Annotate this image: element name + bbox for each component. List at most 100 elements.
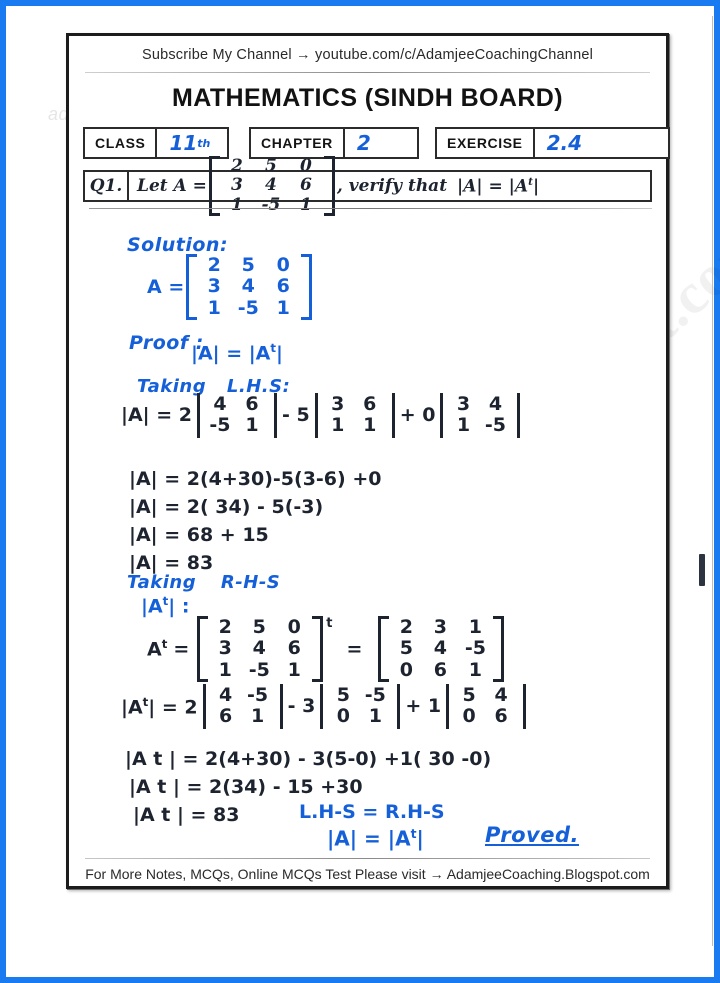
det-bar-left xyxy=(440,393,444,438)
cell: 1 xyxy=(331,414,345,437)
det-bar-left xyxy=(446,684,450,729)
cell: 1 xyxy=(368,705,382,728)
proof-statement-right: | xyxy=(276,342,283,365)
lhs-minor-2: 3 6 1 1 xyxy=(312,393,398,438)
det-bar-right xyxy=(517,393,521,438)
rhs-lead: |At| = 2 xyxy=(121,695,198,718)
det-bar-right xyxy=(391,393,395,438)
det-bar-right xyxy=(523,684,527,729)
det-bar-left xyxy=(202,684,206,729)
rhs-lead-left: |A xyxy=(121,695,143,718)
matrix-a-label: A = xyxy=(147,275,185,298)
cell: 5 xyxy=(336,684,350,706)
bracket-right xyxy=(301,254,313,320)
cell: 0 xyxy=(399,658,414,681)
cell: 6 xyxy=(287,637,301,660)
rhs-op-1: - 3 xyxy=(287,695,316,718)
question-text-before: Let A = xyxy=(137,176,207,196)
lhs-op-1: - 5 xyxy=(281,404,310,427)
rhs-minor-2: 5 -5 0 1 xyxy=(317,684,403,729)
rhs-step-3: |A t | = 83 xyxy=(133,804,240,826)
cell: 2 xyxy=(399,616,414,638)
cell: 4 xyxy=(488,393,503,415)
lhs-minor-2-cells: 3 6 1 1 xyxy=(321,393,389,438)
det-bar-right xyxy=(279,684,283,729)
transpose-exponent: t xyxy=(326,616,333,631)
question-claim-left: |A| = |A xyxy=(457,176,529,197)
rhs-subject-left: |A xyxy=(141,595,163,618)
subscribe-banner: Subscribe My Channel → youtube.com/c/Ada… xyxy=(141,47,594,63)
rhs-subject: |At| : xyxy=(141,594,189,617)
class-box: CLASS 11th xyxy=(83,127,229,159)
exercise-value: 2.4 xyxy=(546,131,583,155)
rhs-minor-2-cells: 5 -5 0 1 xyxy=(326,684,394,729)
det-bar-left xyxy=(320,684,324,729)
rhs-step-2: |A t | = 2(34) - 15 +30 xyxy=(129,776,363,798)
cell: 4 xyxy=(213,393,227,415)
rhs-subject-right: | : xyxy=(168,595,190,618)
question-text-after: , verify that xyxy=(336,176,448,196)
cell: 0 xyxy=(299,156,312,177)
lhs-minor-3: 3 4 1 -5 xyxy=(437,393,523,438)
det-bar-right xyxy=(273,393,277,438)
bracket-left xyxy=(197,616,209,682)
proof-statement-left: |A| = |A xyxy=(191,342,271,365)
cell: 0 xyxy=(276,254,290,276)
question-matrix-cells: 2 5 0 3 4 6 1 -5 1 xyxy=(220,156,324,215)
rhs-minor-3: 5 4 0 6 xyxy=(443,684,529,729)
det-bar-left xyxy=(196,393,200,438)
cell: 4 xyxy=(494,684,508,706)
at-label: At xyxy=(147,637,167,660)
cell: 1 xyxy=(456,414,471,437)
cell: 1 xyxy=(207,296,221,319)
notes-sheet: Subscribe My Channel → youtube.com/c/Ada… xyxy=(66,33,670,889)
conclusion-right: | xyxy=(416,826,424,851)
cell: 3 xyxy=(207,275,221,298)
cell: 6 xyxy=(494,705,508,728)
cell: 6 xyxy=(363,393,377,415)
cell: 4 xyxy=(264,175,277,196)
lhs-minor-3-cells: 3 4 1 -5 xyxy=(446,393,514,438)
exercise-box: EXERCISE 2.4 xyxy=(435,127,670,159)
cell: 5 xyxy=(252,616,266,638)
question-claim: |A| = |At| xyxy=(457,176,539,197)
chapter-label: CHAPTER xyxy=(251,129,345,157)
lhs-expansion: |A| = 2 4 6 -5 1 - 5 3 6 1 1 + 0 3 4 1 -… xyxy=(121,393,525,438)
cell: -5 xyxy=(261,194,281,215)
lhs-op-2: + 0 xyxy=(399,404,436,427)
cell: 3 xyxy=(433,616,448,638)
cell: 1 xyxy=(250,705,265,728)
cell: 4 xyxy=(241,275,255,298)
question-claim-end: | xyxy=(532,176,540,197)
cell: 1 xyxy=(245,414,259,437)
lhs-minor-1: 4 6 -5 1 xyxy=(194,393,280,438)
question-text: Let A = 2 5 0 3 4 6 1 -5 1 , verify that… xyxy=(129,156,650,216)
footer-text: For More Notes, MCQs, Online MCQs Test P… xyxy=(85,866,650,882)
bracket-left xyxy=(186,254,198,320)
page-root: AdamjeeCoaching.Blogspot.com adamjeecoac… xyxy=(0,0,720,983)
lhs-step-4: |A| = 83 xyxy=(129,552,214,574)
cell: 3 xyxy=(218,637,232,660)
cell: -5 xyxy=(364,684,386,706)
cell: 2 xyxy=(230,156,243,177)
rhs-minor-1-cells: 4 -5 6 1 xyxy=(209,684,277,729)
conclusion-line-2: |A| = |At| xyxy=(327,826,424,851)
at-result-matrix: 2 3 1 5 4 -5 0 6 1 xyxy=(378,616,505,682)
at-source-cells: 2 5 0 3 4 6 1 -5 1 xyxy=(208,616,312,682)
matrix-a: 2 5 0 3 4 6 1 -5 1 xyxy=(186,254,313,320)
lhs-step-1: |A| = 2(4+30)-5(3-6) +0 xyxy=(129,468,382,490)
at-source-matrix: 2 5 0 3 4 6 1 -5 1 xyxy=(197,616,324,682)
at-label-sup: t xyxy=(161,637,168,652)
cell: 3 xyxy=(331,393,345,415)
chapter-value: 2 xyxy=(356,131,371,155)
lhs-lead: |A| = 2 xyxy=(121,404,192,427)
transpose-line: At = 2 5 0 3 4 6 1 -5 1 t = 2 3 1 5 4 -5… xyxy=(147,616,506,682)
cell: 6 xyxy=(299,175,312,196)
cell: 6 xyxy=(433,658,448,681)
cell: 1 xyxy=(299,194,312,215)
at-label-left: A xyxy=(147,638,162,661)
rhs-lead-right: | = 2 xyxy=(148,695,198,718)
cell: 4 xyxy=(218,684,233,706)
rhs-minor-3-cells: 5 4 0 6 xyxy=(452,684,520,729)
matrix-a-line: A = 2 5 0 3 4 6 1 -5 1 xyxy=(147,254,314,320)
